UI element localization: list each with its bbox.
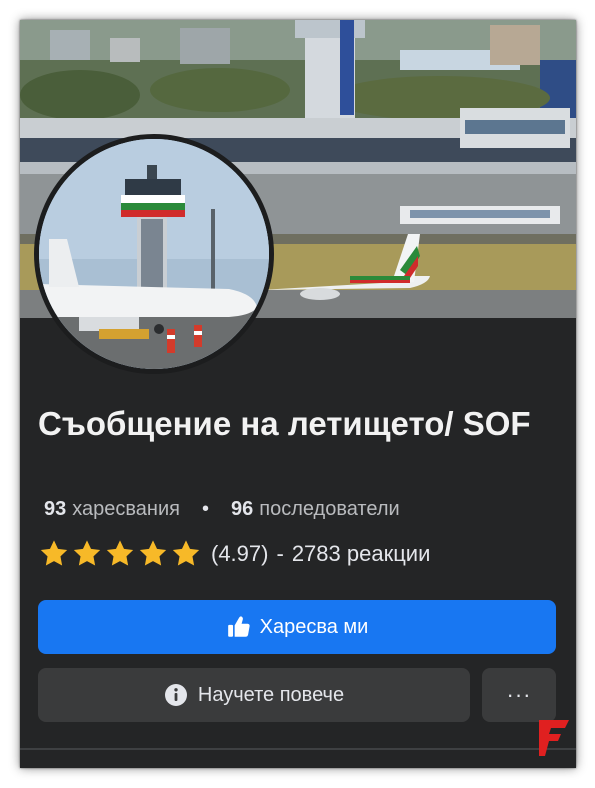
profile-avatar[interactable]: [34, 134, 274, 374]
like-button-label: Харесва ми: [259, 615, 369, 638]
divider: [20, 748, 576, 750]
learn-more-label: Научете повече: [197, 683, 345, 706]
followers-count[interactable]: 96: [231, 498, 253, 521]
star-icon: [73, 540, 101, 566]
likes-count[interactable]: 93: [44, 498, 66, 521]
rating-dash: -: [276, 540, 284, 566]
thumbs-up-icon: [227, 616, 250, 637]
star-icon: [40, 540, 68, 566]
page-title: Съобщение на летището/ SOF: [38, 405, 531, 442]
learn-more-button[interactable]: Научете повече: [38, 668, 470, 722]
rating-stars: [38, 538, 203, 569]
more-options-label: ···: [506, 682, 532, 707]
flag-logo-icon: [539, 720, 569, 756]
star-icon: [106, 540, 134, 566]
stats-separator: •: [201, 498, 209, 520]
page-stats: 93 харесвания • 96 последователи: [44, 498, 400, 521]
info-icon: [164, 684, 187, 706]
followers-label[interactable]: последователи: [259, 498, 399, 521]
page-card: Съобщение на летището/ SOF 93 харесвания…: [20, 20, 576, 768]
page-rating[interactable]: (4.97) - 2783 реакции: [38, 538, 430, 569]
rating-score: (4.97): [211, 540, 269, 566]
like-button[interactable]: Харесва ми: [38, 600, 556, 654]
more-options-button[interactable]: ···: [482, 668, 556, 722]
likes-label[interactable]: харесвания: [72, 498, 180, 521]
star-icon: [139, 540, 167, 566]
avatar-image: [39, 139, 269, 369]
rating-reviews: 2783 реакции: [291, 540, 431, 566]
star-icon: [172, 540, 200, 566]
